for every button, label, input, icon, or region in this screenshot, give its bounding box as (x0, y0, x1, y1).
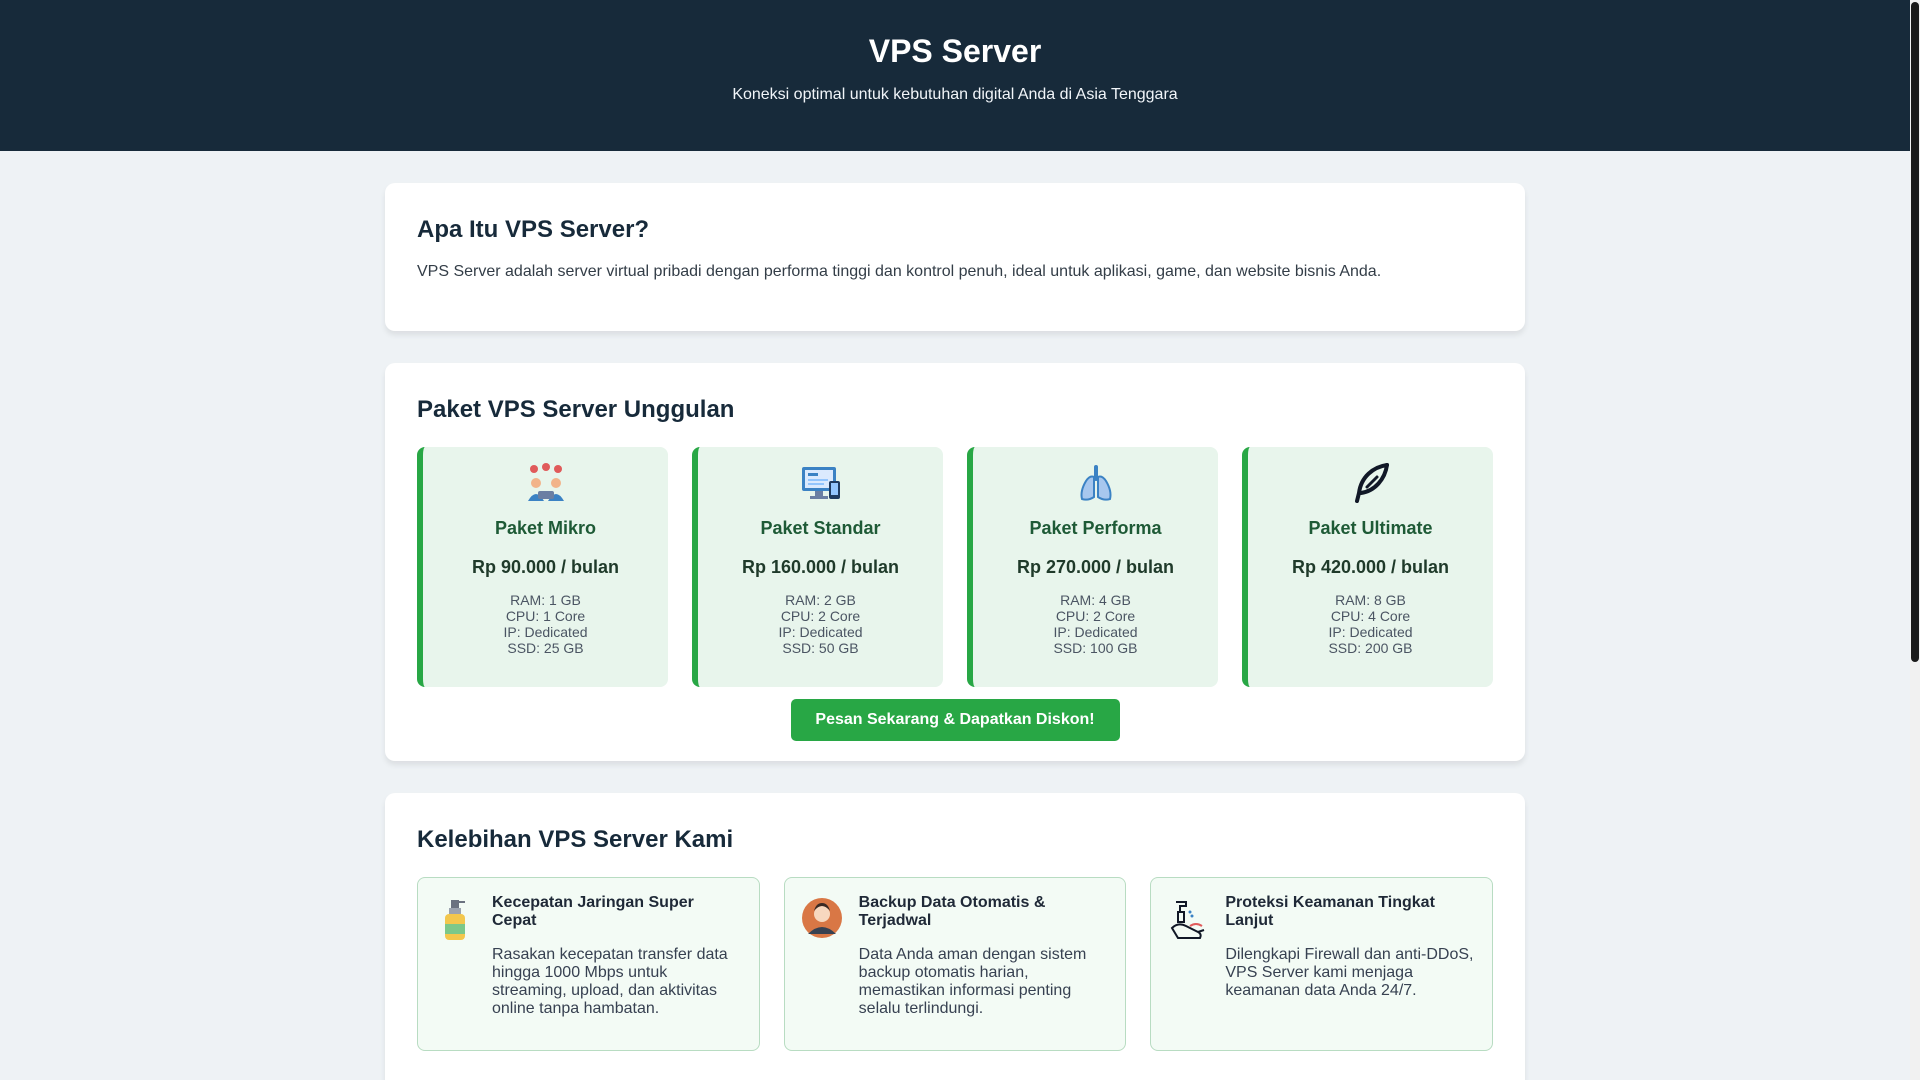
hero-header: VPS Server Koneksi optimal untuk kebutuh… (0, 0, 1910, 151)
feature-body: Kecepatan Jaringan Super Cepat Rasakan k… (492, 894, 743, 1034)
package-price: Rp 160.000 / bulan (741, 557, 900, 577)
spec-ip: IP: Dedicated (503, 624, 588, 640)
feature-text: Data Anda aman dengan sistem backup otom… (858, 946, 1087, 1017)
feather-icon (1248, 461, 1493, 505)
lungs-icon (973, 461, 1218, 505)
spec-ssd: SSD: 50 GB (782, 640, 859, 656)
spray-bottle-icon (434, 894, 476, 1034)
spec-cpu: CPU: 2 Core (780, 608, 861, 624)
feature-text: Rasakan kecepatan transfer data hingga 1… (492, 946, 728, 1017)
features-heading: Kelebihan VPS Server Kami (417, 826, 734, 853)
package-price: Rp 90.000 / bulan (471, 557, 620, 577)
feature-card-speed: Kecepatan Jaringan Super Cepat Rasakan k… (417, 877, 760, 1051)
spec-ip: IP: Dedicated (1328, 624, 1413, 640)
package-card-standar[interactable]: Paket Standar Rp 160.000 / bulan RAM: 2 … (692, 447, 943, 687)
handwash-icon (1167, 894, 1209, 1034)
spec-cpu: CPU: 2 Core (1055, 608, 1136, 624)
page: VPS Server Koneksi optimal untuk kebutuh… (0, 0, 1910, 1080)
package-card-mikro[interactable]: Paket Mikro Rp 90.000 / bulan RAM: 1 GB … (417, 447, 668, 687)
about-heading: Apa Itu VPS Server? (417, 216, 650, 243)
spec-ssd: SSD: 25 GB (507, 640, 584, 656)
order-button[interactable]: Pesan Sekarang & Dapatkan Diskon! (790, 699, 1120, 741)
spec-cpu: CPU: 4 Core (1330, 608, 1411, 624)
feature-body: Backup Data Otomatis & Terjadwal Data An… (859, 894, 1110, 1034)
user-avatar-icon (801, 894, 843, 1034)
scrollbar-track[interactable] (1910, 0, 1920, 1080)
package-specs: RAM: 8 GB CPU: 4 Core IP: Dedicated SSD:… (1248, 592, 1493, 656)
package-card-performa[interactable]: Paket Performa Rp 270.000 / bulan RAM: 4… (967, 447, 1218, 687)
package-name: Paket Standar (760, 518, 881, 538)
feature-title: Kecepatan Jaringan Super Cepat (492, 894, 694, 929)
about-text: VPS Server adalah server virtual pribadi… (417, 263, 1382, 280)
packages-section: Paket VPS Server Unggulan Paket Mikro Rp… (385, 363, 1525, 761)
spec-ram: RAM: 1 GB (510, 592, 581, 608)
package-name: Paket Mikro (494, 518, 597, 538)
page-subtitle: Koneksi optimal untuk kebutuhan digital … (732, 86, 1178, 103)
spec-ssd: SSD: 100 GB (1053, 640, 1138, 656)
package-specs: RAM: 1 GB CPU: 1 Core IP: Dedicated SSD:… (423, 592, 668, 656)
about-section: Apa Itu VPS Server? VPS Server adalah se… (385, 183, 1525, 331)
spec-ram: RAM: 2 GB (785, 592, 856, 608)
package-specs: RAM: 4 GB CPU: 2 Core IP: Dedicated SSD:… (973, 592, 1218, 656)
package-price: Rp 270.000 / bulan (1016, 557, 1175, 577)
scrollbar-thumb[interactable] (1911, 2, 1919, 662)
package-specs: RAM: 2 GB CPU: 2 Core IP: Dedicated SSD:… (698, 592, 943, 656)
page-title: VPS Server (868, 33, 1042, 69)
computer-icon (698, 461, 943, 505)
feature-title: Backup Data Otomatis & Terjadwal (858, 894, 1046, 929)
team-icon (423, 461, 668, 505)
package-grid: Paket Mikro Rp 90.000 / bulan RAM: 1 GB … (417, 447, 1493, 687)
spec-ram: RAM: 4 GB (1060, 592, 1131, 608)
packages-heading: Paket VPS Server Unggulan (417, 396, 735, 423)
feature-body: Proteksi Keamanan Tingkat Lanjut Dilengk… (1225, 894, 1476, 1034)
feature-card-security: Proteksi Keamanan Tingkat Lanjut Dilengk… (1150, 877, 1494, 1051)
package-card-ultimate[interactable]: Paket Ultimate Rp 420.000 / bulan RAM: 8… (1242, 447, 1493, 687)
spec-ip: IP: Dedicated (778, 624, 863, 640)
package-name: Paket Performa (1029, 518, 1162, 538)
order-wrap: Pesan Sekarang & Dapatkan Diskon! (417, 699, 1493, 741)
package-name: Paket Ultimate (1308, 518, 1433, 538)
feature-title: Proteksi Keamanan Tingkat Lanjut (1225, 894, 1435, 929)
spec-ram: RAM: 8 GB (1335, 592, 1406, 608)
feature-grid: Kecepatan Jaringan Super Cepat Rasakan k… (417, 877, 1494, 1051)
feature-card-backup: Backup Data Otomatis & Terjadwal Data An… (783, 877, 1127, 1051)
features-section: Kelebihan VPS Server Kami Kecepatan Jari… (385, 793, 1525, 1080)
feature-text: Dilengkapi Firewall dan anti-DDoS, VPS S… (1225, 946, 1474, 999)
package-price: Rp 420.000 / bulan (1291, 557, 1450, 577)
spec-cpu: CPU: 1 Core (505, 608, 586, 624)
spec-ssd: SSD: 200 GB (1328, 640, 1413, 656)
spec-ip: IP: Dedicated (1053, 624, 1138, 640)
